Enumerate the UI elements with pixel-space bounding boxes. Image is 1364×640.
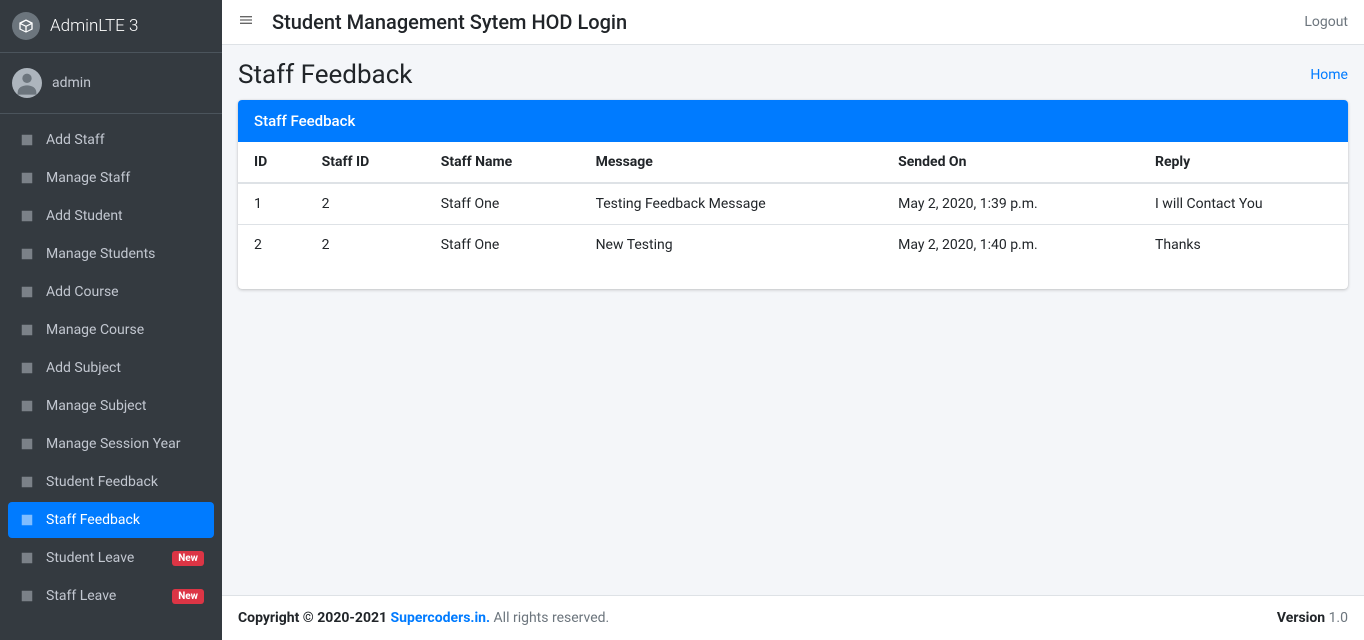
breadcrumb-home[interactable]: Home — [1310, 67, 1348, 83]
sidebar: AdminLTE 3 admin Add StaffManage StaffAd… — [0, 0, 222, 640]
sidebar-item-add-staff[interactable]: Add Staff — [8, 122, 214, 158]
sidebar-item-label: Manage Staff — [46, 170, 130, 186]
cell-id: 1 — [238, 183, 306, 225]
grid-icon — [18, 435, 36, 453]
sidebar-item-add-student[interactable]: Add Student — [8, 198, 214, 234]
brand[interactable]: AdminLTE 3 — [0, 0, 222, 53]
grid-icon — [18, 587, 36, 605]
sidebar-item-staff-feedback[interactable]: Staff Feedback — [8, 502, 214, 538]
cell-message: Testing Feedback Message — [580, 183, 883, 225]
sidebar-item-label: Student Feedback — [46, 474, 158, 490]
footer: Copyright © 2020-2021 Supercoders.in. Al… — [222, 595, 1364, 640]
sidebar-item-label: Add Subject — [46, 360, 121, 376]
grid-icon — [18, 321, 36, 339]
cell-reply: I will Contact You — [1139, 183, 1348, 225]
logout-link[interactable]: Logout — [1304, 14, 1348, 30]
sidebar-item-label: Staff Leave — [46, 588, 116, 604]
feedback-card: Staff Feedback IDStaff IDStaff NameMessa… — [238, 100, 1348, 289]
avatar — [12, 68, 42, 98]
sidebar-item-label: Add Staff — [46, 132, 105, 148]
menu-toggle-icon[interactable] — [238, 12, 254, 32]
grid-icon — [18, 207, 36, 225]
cell-staff_id: 2 — [306, 225, 425, 266]
sidebar-item-staff-leave[interactable]: Staff Leave New — [8, 578, 214, 614]
grid-icon — [18, 359, 36, 377]
top-navbar: Student Management Sytem HOD Login Logou… — [222, 0, 1364, 45]
sidebar-item-student-feedback[interactable]: Student Feedback — [8, 464, 214, 500]
sidebar-item-label: Manage Session Year — [46, 436, 180, 452]
cell-message: New Testing — [580, 225, 883, 266]
user-name: admin — [52, 75, 91, 91]
column-header: Staff Name — [425, 142, 580, 183]
cell-staff_name: Staff One — [425, 183, 580, 225]
column-header: Sended On — [882, 142, 1139, 183]
grid-icon — [18, 473, 36, 491]
grid-icon — [18, 245, 36, 263]
card-header: Staff Feedback — [238, 100, 1348, 142]
sidebar-item-label: Manage Course — [46, 322, 144, 338]
badge-new: New — [172, 551, 204, 566]
table-row: 12Staff OneTesting Feedback MessageMay 2… — [238, 183, 1348, 225]
sidebar-item-manage-course[interactable]: Manage Course — [8, 312, 214, 348]
grid-icon — [18, 131, 36, 149]
table-row: 22Staff OneNew TestingMay 2, 2020, 1:40 … — [238, 225, 1348, 266]
cell-reply: Thanks — [1139, 225, 1348, 266]
sidebar-nav: Add Staff Manage Staff Add Student Manage S… — [0, 114, 222, 624]
sidebar-item-label: Manage Subject — [46, 398, 147, 414]
cell-staff_name: Staff One — [425, 225, 580, 266]
user-panel[interactable]: admin — [0, 53, 222, 114]
badge-new: New — [172, 589, 204, 604]
column-header: ID — [238, 142, 306, 183]
cell-staff_id: 2 — [306, 183, 425, 225]
sidebar-item-student-leave[interactable]: Student Leave New — [8, 540, 214, 576]
grid-icon — [18, 397, 36, 415]
sidebar-item-label: Manage Students — [46, 246, 155, 262]
footer-suffix: All rights reserved. — [494, 610, 610, 626]
grid-icon — [18, 169, 36, 187]
sidebar-item-label: Add Course — [46, 284, 119, 300]
cell-sended_on: May 2, 2020, 1:39 p.m. — [882, 183, 1139, 225]
breadcrumb: Home — [1310, 67, 1348, 83]
sidebar-item-add-subject[interactable]: Add Subject — [8, 350, 214, 386]
page-title: Staff Feedback — [238, 60, 412, 90]
sidebar-item-manage-students[interactable]: Manage Students — [8, 236, 214, 272]
sidebar-item-manage-subject[interactable]: Manage Subject — [8, 388, 214, 424]
grid-icon — [18, 511, 36, 529]
feedback-table: IDStaff IDStaff NameMessageSended OnRepl… — [238, 142, 1348, 265]
brand-text: AdminLTE 3 — [50, 16, 138, 36]
sidebar-item-label: Staff Feedback — [46, 512, 140, 528]
column-header: Staff ID — [306, 142, 425, 183]
sidebar-item-manage-session-year[interactable]: Manage Session Year — [8, 426, 214, 462]
sidebar-item-label: Add Student — [46, 208, 123, 224]
grid-icon — [18, 549, 36, 567]
content-header: Staff Feedback Home — [222, 45, 1364, 100]
navbar-title: Student Management Sytem HOD Login — [272, 10, 627, 34]
sidebar-item-label: Student Leave — [46, 550, 134, 566]
footer-copyright: Copyright © 2020-2021 — [238, 610, 391, 626]
column-header: Reply — [1139, 142, 1348, 183]
column-header: Message — [580, 142, 883, 183]
sidebar-item-manage-staff[interactable]: Manage Staff — [8, 160, 214, 196]
footer-link[interactable]: Supercoders.in. — [391, 610, 491, 626]
sidebar-item-add-course[interactable]: Add Course — [8, 274, 214, 310]
footer-version-label: Version — [1277, 610, 1325, 626]
footer-version: 1.0 — [1325, 610, 1348, 626]
cell-sended_on: May 2, 2020, 1:40 p.m. — [882, 225, 1139, 266]
cell-id: 2 — [238, 225, 306, 266]
grid-icon — [18, 283, 36, 301]
brand-logo-icon — [12, 12, 40, 40]
